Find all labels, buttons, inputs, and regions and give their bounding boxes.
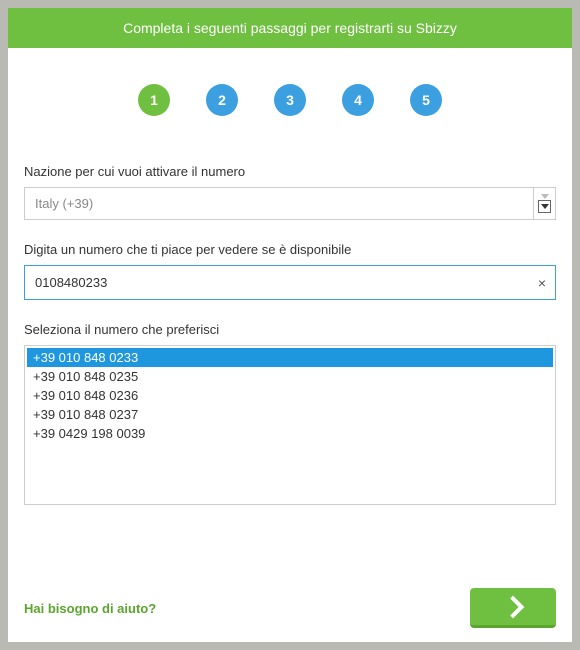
number-input-label: Digita un numero che ti piace per vedere… <box>24 242 556 257</box>
help-link[interactable]: Hai bisogno di aiuto? <box>24 601 156 616</box>
step-4[interactable]: 4 <box>342 84 374 116</box>
nation-select-value: Italy (+39) <box>24 187 556 220</box>
number-list-label: Seleziona il numero che preferisci <box>24 322 556 337</box>
list-item[interactable]: +39 010 848 0237 <box>27 405 553 424</box>
list-item[interactable]: +39 010 848 0236 <box>27 386 553 405</box>
list-item[interactable]: +39 010 848 0233 <box>27 348 553 367</box>
list-item[interactable]: +39 0429 198 0039 <box>27 424 553 443</box>
step-5[interactable]: 5 <box>410 84 442 116</box>
step-2[interactable]: 2 <box>206 84 238 116</box>
step-3[interactable]: 3 <box>274 84 306 116</box>
next-button[interactable] <box>470 588 556 628</box>
list-item[interactable]: +39 010 848 0235 <box>27 367 553 386</box>
modal-footer: Hai bisogno di aiuto? <box>8 574 572 642</box>
step-1[interactable]: 1 <box>138 84 170 116</box>
dropdown-icon[interactable] <box>533 188 555 219</box>
nation-select[interactable]: Italy (+39) <box>24 187 556 220</box>
modal-title: Completa i seguenti passaggi per registr… <box>123 20 457 36</box>
clear-icon[interactable]: × <box>538 275 546 291</box>
number-input[interactable] <box>24 265 556 300</box>
modal-content: 1 2 3 4 5 Nazione per cui vuoi attivare il n… <box>8 48 572 574</box>
caret-down-icon <box>541 194 549 199</box>
caret-box-icon <box>538 200 551 213</box>
step-indicator: 1 2 3 4 5 <box>24 48 556 164</box>
modal-header: Completa i seguenti passaggi per registr… <box>8 8 572 48</box>
nation-label: Nazione per cui vuoi attivare il numero <box>24 164 556 179</box>
number-list[interactable]: +39 010 848 0233+39 010 848 0235+39 010 … <box>24 345 556 505</box>
registration-modal: Completa i seguenti passaggi per registr… <box>8 8 572 642</box>
number-input-wrap: × <box>24 265 556 300</box>
